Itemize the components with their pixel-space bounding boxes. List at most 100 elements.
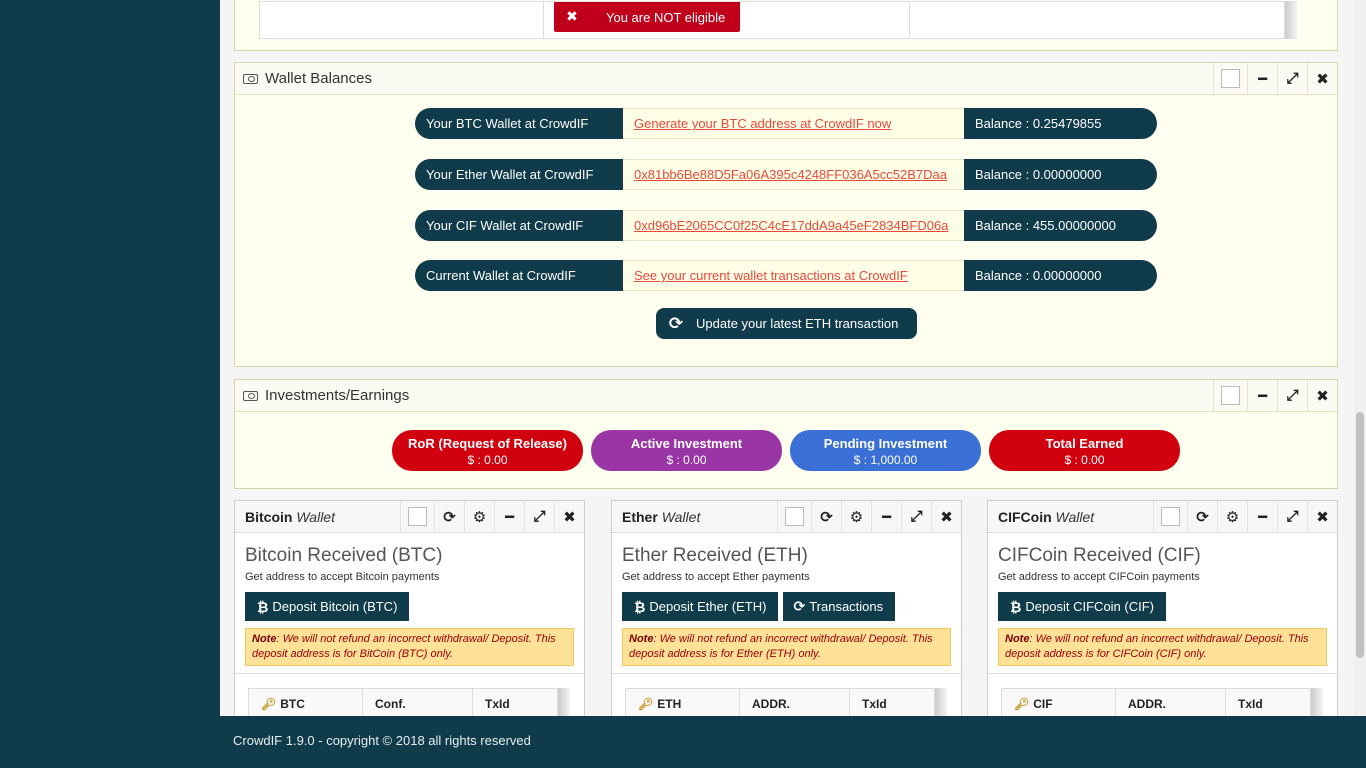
column-header: TxId bbox=[485, 697, 510, 711]
column-header: 🔑︎ CIF bbox=[1002, 689, 1116, 716]
transactions-table-header: 🔑︎ CIF ADDR. TxId bbox=[1001, 688, 1311, 716]
coin-subtitle: Get address to accept Bitcoin payments bbox=[245, 571, 440, 583]
money-icon bbox=[243, 390, 258, 401]
coin-heading: Ether Received (ETH) bbox=[622, 545, 808, 566]
update-eth-button[interactable]: ⟳ Update your latest ETH transaction bbox=[656, 308, 917, 339]
wallet-link[interactable]: Generate your BTC address at CrowdIF now bbox=[634, 116, 891, 131]
note-text: : We will not refund an incorrect withdr… bbox=[629, 633, 933, 660]
transactions-table-header: 🔑︎ ETH ADDR. TxId bbox=[625, 688, 935, 716]
minimize-icon[interactable]: ━ bbox=[1247, 380, 1277, 411]
pill-heading: Total Earned bbox=[1045, 436, 1124, 451]
select-checkbox[interactable] bbox=[400, 501, 434, 532]
ether-wallet-widget: Ether Wallet ⟳ ⚙ ━ ⤢ ✖ Ether Received (E… bbox=[611, 500, 962, 716]
bitcoin-wallet-widget: Bitcoin Wallet ⟳ ⚙ ━ ⤢ ✖ Bitcoin Receive… bbox=[234, 500, 585, 716]
expand-icon[interactable]: ⤢ bbox=[901, 501, 931, 532]
wallet-label: Current Wallet at CrowdIF bbox=[415, 260, 623, 291]
pill-value: $ : 0.00 bbox=[1064, 453, 1105, 467]
pill-value: $ : 0.00 bbox=[666, 453, 707, 467]
select-checkbox[interactable] bbox=[777, 501, 811, 532]
deposit-ether-button[interactable]: ₿ Deposit Ether (ETH) bbox=[622, 592, 779, 621]
coin-subtitle: Get address to accept CIFCoin payments bbox=[998, 571, 1200, 583]
wallet-label: Your Ether Wallet at CrowdIF bbox=[415, 159, 623, 190]
wallet-link[interactable]: 0xd96bE2065CC0f25C4cE17ddA9a45eF2834BFD0… bbox=[634, 218, 948, 233]
wallet-balances-widget: Wallet Balances ━ ⤢ ✖ Your BTC Wallet at… bbox=[234, 62, 1338, 367]
transactions-table-header: 🔑︎ BTC Conf. TxId bbox=[248, 688, 558, 716]
expand-icon[interactable]: ⤢ bbox=[1277, 380, 1307, 411]
wallet-label: Your BTC Wallet at CrowdIF bbox=[415, 108, 623, 139]
deposit-cifcoin-button[interactable]: ₿ Deposit CIFCoin (CIF) bbox=[998, 592, 1166, 621]
bitcoin-icon: ₿ bbox=[1010, 598, 1022, 615]
minimize-icon[interactable]: ━ bbox=[1247, 63, 1277, 94]
select-checkbox[interactable] bbox=[1213, 380, 1247, 411]
ror-pill[interactable]: RoR (Request of Release) $ : 0.00 bbox=[392, 430, 583, 471]
wallet-title-bold: CIFCoin bbox=[998, 508, 1052, 525]
column-header: TxId bbox=[862, 697, 887, 711]
refresh-icon[interactable]: ⟳ bbox=[811, 501, 841, 532]
footer: CrowdIF 1.9.0 - copyright © 2018 all rig… bbox=[220, 716, 1366, 768]
column-header: ADDR. bbox=[1116, 689, 1226, 716]
wallet-balance: Balance : 455.00000000 bbox=[964, 210, 1157, 241]
widget-header: Ether Wallet ⟳ ⚙ ━ ⤢ ✖ bbox=[612, 501, 961, 533]
eligibility-table: ✖ You are NOT eligible bbox=[259, 1, 1285, 39]
close-icon[interactable]: ✖ bbox=[1307, 501, 1337, 532]
wallet-row-cif: Your CIF Wallet at CrowdIF 0xd96bE2065CC… bbox=[415, 210, 1157, 241]
close-icon[interactable]: ✖ bbox=[1307, 63, 1337, 94]
widget-header: CIFCoin Wallet ⟳ ⚙ ━ ⤢ ✖ bbox=[988, 501, 1337, 533]
table-cell: ✖ You are NOT eligible bbox=[544, 2, 910, 38]
wallet-title-italic: Wallet bbox=[296, 508, 335, 525]
refresh-icon[interactable]: ⟳ bbox=[1187, 501, 1217, 532]
total-earned-pill[interactable]: Total Earned $ : 0.00 bbox=[989, 430, 1180, 471]
wallet-title-italic: Wallet bbox=[1055, 508, 1095, 525]
refresh-icon[interactable]: ⟳ bbox=[434, 501, 464, 532]
active-investment-pill[interactable]: Active Investment $ : 0.00 bbox=[591, 430, 782, 471]
column-header: 🔑︎ BTC bbox=[249, 689, 363, 716]
key-icon: 🔑︎ bbox=[1014, 697, 1030, 711]
expand-icon[interactable]: ⤢ bbox=[1277, 63, 1307, 94]
investments-widget: Investments/Earnings ━ ⤢ ✖ RoR (Request … bbox=[234, 379, 1338, 489]
wallet-balance: Balance : 0.25479855 bbox=[964, 108, 1157, 139]
deposit-bitcoin-button[interactable]: ₿ Deposit Bitcoin (BTC) bbox=[245, 592, 410, 621]
transactions-button[interactable]: ⟳ Transactions bbox=[783, 592, 896, 621]
expand-icon[interactable]: ⤢ bbox=[1277, 501, 1307, 532]
close-icon[interactable]: ✖ bbox=[554, 501, 584, 532]
gear-icon[interactable]: ⚙ bbox=[464, 501, 494, 532]
pending-investment-pill[interactable]: Pending Investment $ : 1,000.00 bbox=[790, 430, 981, 471]
table-cell bbox=[260, 2, 544, 38]
button-label: Deposit Bitcoin (BTC) bbox=[272, 599, 398, 614]
gear-icon[interactable]: ⚙ bbox=[1217, 501, 1247, 532]
update-eth-label: Update your latest ETH transaction bbox=[696, 316, 899, 331]
wallet-row-current: Current Wallet at CrowdIF See your curre… bbox=[415, 260, 1157, 291]
wallet-label: Your CIF Wallet at CrowdIF bbox=[415, 210, 623, 241]
minimize-icon[interactable]: ━ bbox=[1247, 501, 1277, 532]
expand-icon[interactable]: ⤢ bbox=[524, 501, 554, 532]
page-scrollbar[interactable] bbox=[1354, 0, 1366, 716]
button-label: Deposit CIFCoin (CIF) bbox=[1025, 599, 1154, 614]
column-header: Conf. bbox=[363, 689, 473, 716]
widget-title: Wallet Balances bbox=[265, 70, 372, 87]
wallet-link[interactable]: 0x81bb6Be88D5Fa06A395c4248FF036A5cc52B7D… bbox=[634, 167, 947, 182]
bitcoin-icon: ₿ bbox=[257, 598, 269, 615]
pill-heading: Active Investment bbox=[630, 436, 743, 451]
note-text: : We will not refund an incorrect withdr… bbox=[1005, 633, 1309, 660]
money-icon bbox=[243, 73, 258, 84]
coin-heading: CIFCoin Received (CIF) bbox=[998, 545, 1201, 566]
wallet-title-italic: Wallet bbox=[661, 508, 701, 525]
close-icon[interactable]: ✖ bbox=[931, 501, 961, 532]
minimize-icon[interactable]: ━ bbox=[494, 501, 524, 532]
sidebar bbox=[0, 0, 220, 768]
select-checkbox[interactable] bbox=[1153, 501, 1187, 532]
pill-heading: RoR (Request of Release) bbox=[408, 436, 567, 451]
button-label: Transactions bbox=[809, 599, 884, 614]
close-icon[interactable]: ✖ bbox=[1307, 380, 1337, 411]
note-label: Note bbox=[252, 633, 277, 645]
table-scroll-shadow bbox=[1285, 1, 1297, 39]
scrollbar-thumb[interactable] bbox=[1356, 412, 1364, 658]
pill-value: $ : 1,000.00 bbox=[853, 453, 918, 467]
refresh-icon: ⟳ bbox=[793, 598, 806, 614]
refund-note: Note: We will not refund an incorrect wi… bbox=[998, 628, 1327, 666]
wallet-link[interactable]: See your current wallet transactions at … bbox=[634, 268, 908, 283]
gear-icon[interactable]: ⚙ bbox=[841, 501, 871, 532]
minimize-icon[interactable]: ━ bbox=[871, 501, 901, 532]
footer-copyright: CrowdIF 1.9.0 - copyright © 2018 all rig… bbox=[233, 733, 531, 748]
select-checkbox[interactable] bbox=[1213, 63, 1247, 94]
